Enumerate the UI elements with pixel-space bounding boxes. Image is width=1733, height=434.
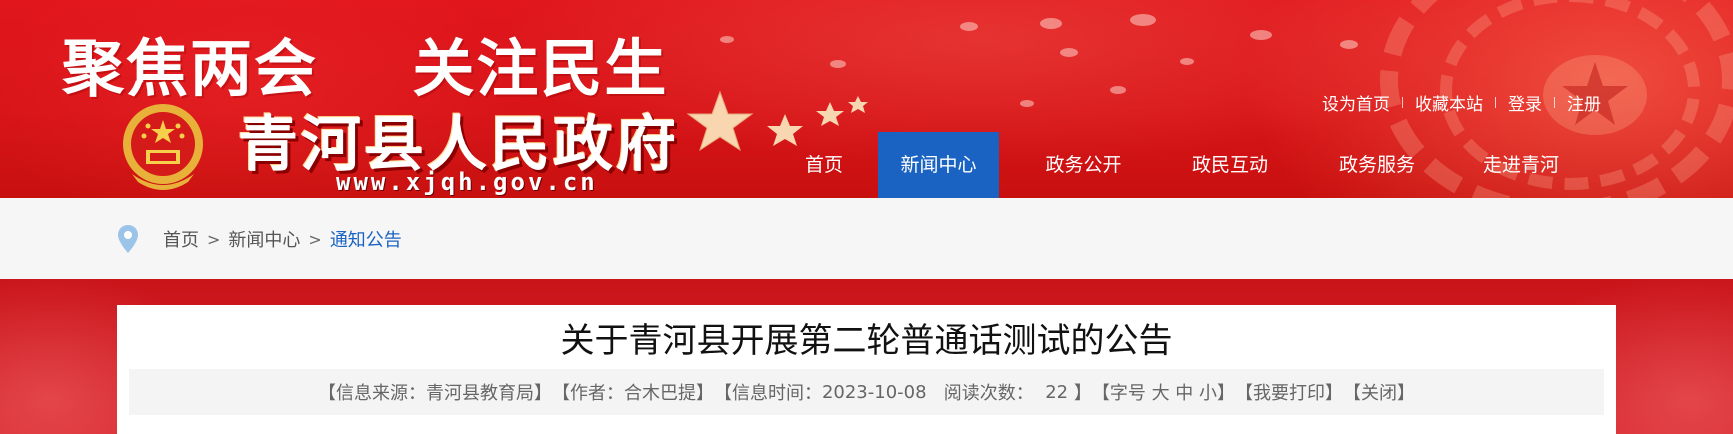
bookmark-site-link[interactable]: 收藏本站 xyxy=(1415,90,1483,115)
font-size-small-button[interactable]: 小 xyxy=(1199,379,1217,405)
breadcrumb-home[interactable]: 首页 xyxy=(163,226,199,252)
breadcrumb-bar: 首页 > 新闻中心 > 通知公告 xyxy=(0,198,1733,279)
nav-item-government-services[interactable]: 政务服务 xyxy=(1292,132,1462,198)
breadcrumb: 首页 > 新闻中心 > 通知公告 xyxy=(163,226,402,252)
top-links: 设为首页 收藏本站 登录 注册 xyxy=(1322,90,1601,115)
main-nav: 首页 新闻中心 政务公开 政民互动 政务服务 走进青河 xyxy=(770,132,1580,198)
nav-item-public-interaction[interactable]: 政民互动 xyxy=(1168,132,1292,198)
sparkle-dot xyxy=(1110,86,1126,94)
info-author: 【作者：合木巴提】 xyxy=(551,383,714,404)
info-source: 【信息来源：青河县教育局】 xyxy=(317,383,552,404)
close-button[interactable]: 【关闭】 xyxy=(1343,379,1415,405)
info-time-value: 2023-10-08 xyxy=(821,381,927,403)
nav-item-government-affairs[interactable]: 政务公开 xyxy=(999,132,1168,198)
nav-item-home[interactable]: 首页 xyxy=(770,132,878,198)
font-size-large-button[interactable]: 大 xyxy=(1152,379,1170,405)
breadcrumb-notices[interactable]: 通知公告 xyxy=(330,226,402,252)
set-homepage-link[interactable]: 设为首页 xyxy=(1322,90,1390,115)
site-header: 聚焦两会 关注民生 青河县人民政府 www.xjqh.gov.cn 设为首页 收… xyxy=(0,0,1733,198)
divider xyxy=(1495,96,1496,108)
article-card: 关于青河县开展第二轮普通话测试的公告 【信息来源：青河县教育局】 【作者：合木巴提… xyxy=(117,305,1616,434)
login-link[interactable]: 登录 xyxy=(1508,90,1542,115)
font-size-close: 】 xyxy=(1217,383,1236,404)
breadcrumb-separator: > xyxy=(308,229,322,249)
read-count-value: 22 xyxy=(1045,381,1069,403)
location-pin-icon xyxy=(118,225,138,253)
font-size-medium-button[interactable]: 中 xyxy=(1175,379,1193,405)
font-size-label: 【字号 xyxy=(1091,383,1146,404)
sparkle-dot xyxy=(1060,48,1078,57)
sparkle-dot xyxy=(1040,18,1062,29)
article-title: 关于青河县开展第二轮普通话测试的公告 xyxy=(560,321,1173,361)
nav-item-about-qinghe[interactable]: 走进青河 xyxy=(1462,132,1580,198)
site-url[interactable]: www.xjqh.gov.cn xyxy=(336,168,598,196)
sparkle-dot xyxy=(1180,58,1194,65)
read-count-close: 】 xyxy=(1073,383,1092,404)
slogan-text: 聚焦两会 关注民生 xyxy=(62,32,669,105)
register-link[interactable]: 注册 xyxy=(1567,90,1601,115)
sparkle-dot xyxy=(1020,100,1034,107)
sparkle-dot xyxy=(830,60,846,68)
nav-item-news-center[interactable]: 新闻中心 xyxy=(878,132,999,198)
sparkle-dot xyxy=(1250,30,1272,40)
divider xyxy=(1402,96,1403,108)
national-emblem-icon xyxy=(123,104,203,190)
divider xyxy=(1554,96,1555,108)
breadcrumb-news-center[interactable]: 新闻中心 xyxy=(228,226,300,252)
sparkle-dot xyxy=(960,22,978,31)
sparkle-dot xyxy=(1130,14,1156,26)
print-button[interactable]: 【我要打印】 xyxy=(1235,379,1343,405)
info-time-label: 【信息时间： xyxy=(713,383,822,404)
article-meta-bar: 【信息来源：青河县教育局】 【作者：合木巴提】 【信息时间： 2023-10-08 阅… xyxy=(129,369,1604,415)
read-count-label: 阅读次数： xyxy=(943,383,1034,404)
sparkle-dot xyxy=(720,36,734,43)
sparkle-dot xyxy=(1340,40,1358,49)
breadcrumb-separator: > xyxy=(207,229,221,249)
